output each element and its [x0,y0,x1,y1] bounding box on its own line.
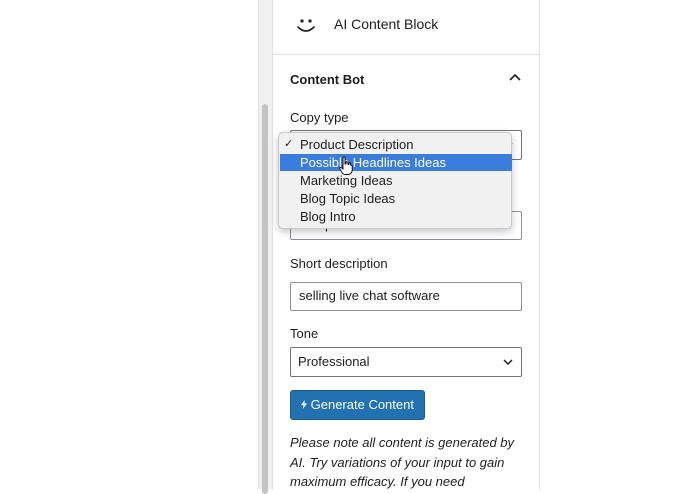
block-card: AI Content Block [273,0,539,55]
block-title: AI Content Block [334,16,439,32]
block-settings-panel: AI Content Block Content Bot Copy type P… [272,0,540,489]
tone-label: Tone [290,326,319,341]
generate-content-label: Generate Content [310,397,414,412]
tone-selected-value: Professional [298,354,370,369]
smiley-icon [297,19,315,32]
chevron-up-icon[interactable] [508,71,522,85]
content-bot-panel-header[interactable]: Content Bot [290,71,522,89]
dropdown-option-blog-intro[interactable]: Blog Intro [280,208,512,225]
copy-type-label: Copy type [290,110,349,125]
dropdown-option-blog-topic-ideas[interactable]: Blog Topic Ideas [280,190,512,207]
ai-disclaimer-note: Please note all content is generated by … [290,435,515,489]
checkmark-icon: ✓ [284,138,294,150]
dropdown-option-possible-headlines-ideas[interactable]: Possible Headlines Ideas [280,154,512,171]
bolt-icon [301,400,307,409]
short-description-label: Short description [290,256,388,271]
section-title: Content Bot [290,72,365,87]
copy-type-dropdown-menu: ✓ Product Description Possible Headlines… [278,132,512,229]
dropdown-option-marketing-ideas[interactable]: Marketing Ideas [280,172,512,189]
editor-scrollbar-thumb[interactable] [262,104,268,494]
tone-select[interactable]: Professional [290,347,522,377]
dropdown-option-product-description[interactable]: ✓ Product Description [280,136,512,153]
short-description-field[interactable]: selling live chat software [290,282,522,311]
generate-content-button[interactable]: Generate Content [290,390,425,420]
hand-pointer-icon [339,156,353,175]
chevron-down-icon [503,359,513,366]
